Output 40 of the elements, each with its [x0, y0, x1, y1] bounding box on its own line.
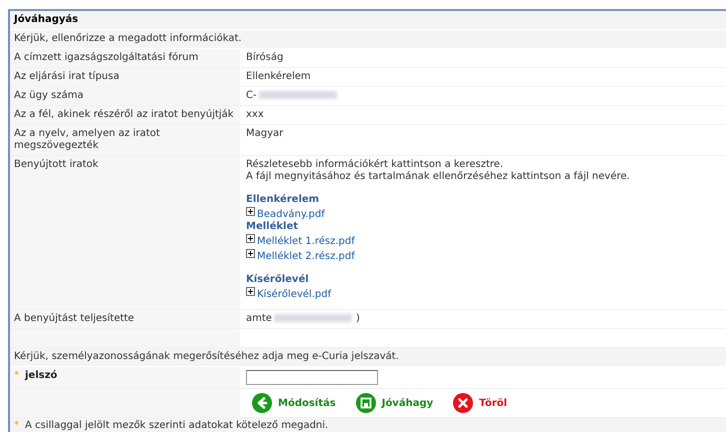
expand-icon[interactable]	[246, 287, 255, 296]
required-mark: *	[14, 370, 19, 381]
save-icon	[356, 393, 376, 413]
document-group-title: Ellenkérelem	[246, 193, 320, 206]
password-field[interactable]	[246, 370, 378, 385]
hint-text: A fájl megnyitásához és tartalmának ellenőrzéséhez kattintson a fájl nevére.	[246, 171, 631, 183]
field-label: A címzett igazságszolgáltatási fórum	[14, 52, 198, 63]
field-value: C-	[246, 90, 257, 101]
instruction-text: Kérjük, ellenőrizze a megadott információkat.	[14, 33, 242, 45]
panel-title: Jóváhagyás	[14, 14, 78, 26]
file-link[interactable]: Beadvány.pdf	[257, 209, 325, 221]
file-link[interactable]: Melléklet 2.rész.pdf	[257, 251, 355, 263]
field-label: A benyújtást teljesítette	[14, 313, 134, 324]
field-label: Az ügy száma	[14, 90, 84, 101]
field-value: amte	[246, 313, 272, 324]
field-label: Az a fél, akinek részéről az iratot benyújtják	[14, 109, 234, 120]
field-value: xxx	[246, 109, 264, 120]
field-label: Benyújtott iratok	[14, 159, 98, 170]
document-group-title: Kísérőlevél	[246, 273, 309, 286]
document-group-title: Melléklet	[246, 221, 298, 233]
save-button[interactable]: Jóváhagy	[356, 393, 434, 413]
hint-text: Részletesebb információkért kattintson a keresztre.	[246, 159, 504, 171]
expand-icon[interactable]	[246, 207, 255, 216]
field-value: Magyar	[246, 128, 284, 139]
back-button[interactable]: Módosítás	[252, 393, 336, 413]
field-value: Bíróság	[246, 52, 284, 63]
expand-icon[interactable]	[246, 234, 255, 243]
file-link[interactable]: Melléklet 1.rész.pdf	[257, 236, 355, 248]
field-label: jelszó	[25, 370, 58, 381]
required-mark: *	[14, 420, 19, 432]
footnote-text: A csillaggal jelölt mezők szerinti adatokat kötelező megadni.	[25, 420, 328, 432]
delete-button[interactable]: Töröl	[453, 393, 508, 413]
field-label: Az eljárási irat típusa	[14, 71, 120, 82]
close-icon	[453, 393, 474, 413]
field-value: )	[356, 313, 360, 324]
expand-icon[interactable]	[246, 249, 255, 258]
field-label: Az a nyelv, amelyen az iratot megszövegezték	[14, 128, 160, 151]
instruction-text: Kérjük, személyazonosságának megerősítéséhez adja meg e-Curia jelszavát.	[14, 351, 399, 363]
file-link[interactable]: Kísérőlevél.pdf	[257, 289, 332, 301]
field-value: Ellenkérelem	[246, 71, 311, 82]
